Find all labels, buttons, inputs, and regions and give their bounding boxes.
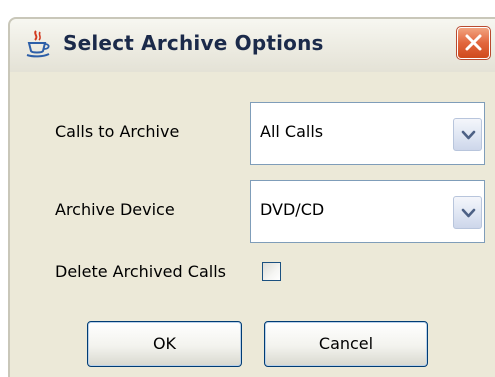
archive-device-dropdown-button[interactable] xyxy=(453,182,483,241)
archive-device-select[interactable]: DVD/CD xyxy=(250,180,485,243)
delete-archived-calls-label: Delete Archived Calls xyxy=(55,262,226,281)
delete-archived-calls-checkbox[interactable] xyxy=(262,262,281,281)
archive-device-value: DVD/CD xyxy=(260,200,325,219)
chevron-down-icon xyxy=(461,130,476,140)
calls-to-archive-dropdown-button[interactable] xyxy=(453,104,483,163)
dialog-window: Select Archive Options Calls to Archive … xyxy=(0,0,495,377)
java-coffee-cup-icon xyxy=(23,28,53,58)
archive-device-label: Archive Device xyxy=(55,200,175,219)
cancel-button[interactable]: Cancel xyxy=(264,321,428,367)
ok-button[interactable]: OK xyxy=(87,321,242,367)
chevron-down-icon xyxy=(461,208,476,218)
calls-to-archive-select[interactable]: All Calls xyxy=(250,102,485,165)
close-button[interactable] xyxy=(456,26,491,60)
close-icon xyxy=(465,34,482,51)
title-bar[interactable]: Select Archive Options xyxy=(8,17,495,72)
calls-to-archive-value: All Calls xyxy=(260,122,324,141)
dialog-title: Select Archive Options xyxy=(63,31,324,55)
calls-to-archive-label: Calls to Archive xyxy=(55,122,180,141)
